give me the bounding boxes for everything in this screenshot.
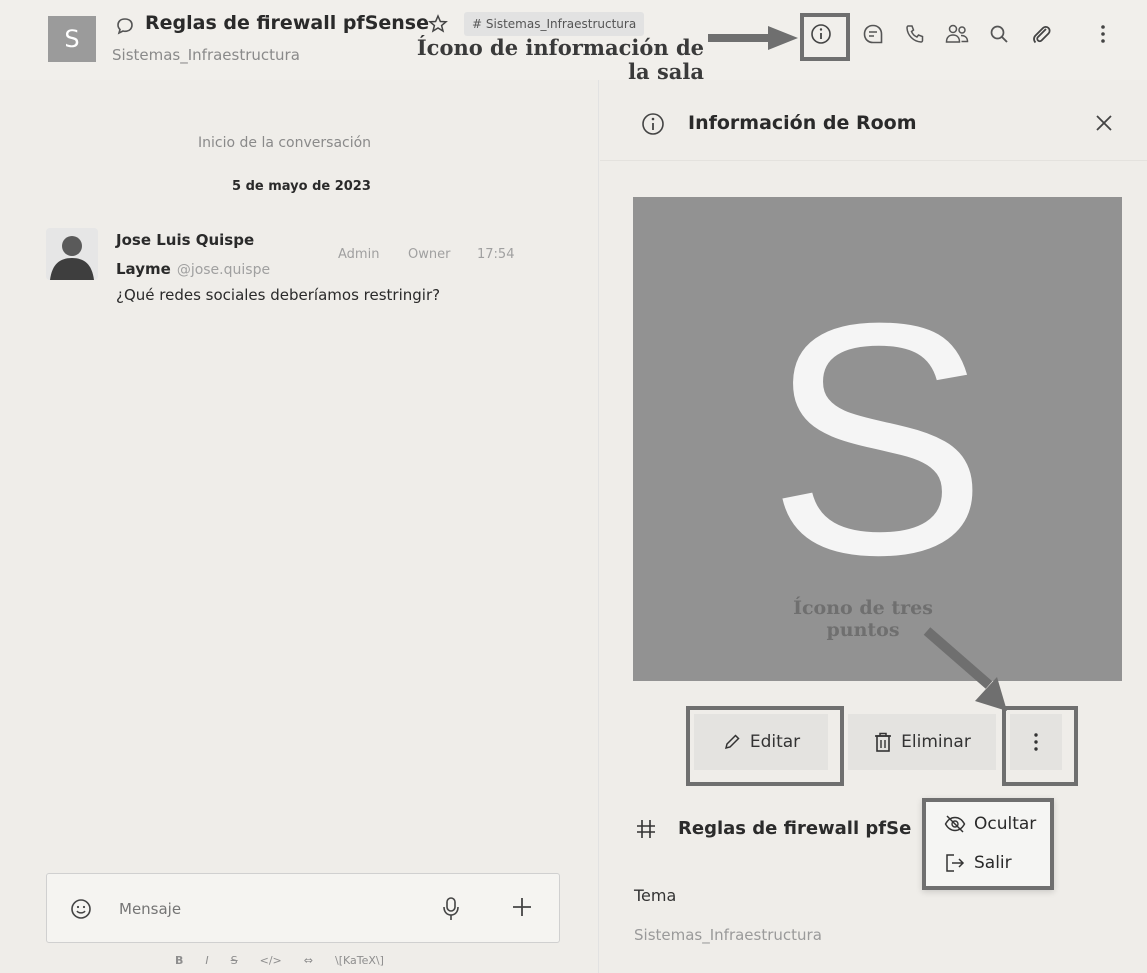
room-subtitle[interactable]: Sistemas_Infraestructura bbox=[112, 46, 300, 64]
format-link-button[interactable]: ⇔ bbox=[304, 954, 313, 967]
annotation-more-arrow-icon bbox=[923, 627, 1023, 717]
close-icon[interactable] bbox=[1093, 112, 1115, 134]
menu-item-leave[interactable]: Salir bbox=[944, 852, 1012, 874]
annotation-menu-highlight bbox=[922, 798, 1054, 890]
panel-divider bbox=[600, 160, 1147, 161]
more-options-button[interactable] bbox=[1010, 714, 1062, 770]
room-header: S Reglas de firewall pfSense # Sistemas_… bbox=[0, 0, 1147, 84]
menu-item-hide[interactable]: Ocultar bbox=[944, 814, 1036, 834]
favorite-star-icon[interactable] bbox=[428, 14, 448, 34]
panel-title: Información de Room bbox=[688, 112, 917, 134]
format-toolbar: B I S </> ⇔ \[KaTeX\] bbox=[175, 954, 384, 967]
message-time: 17:54 bbox=[477, 247, 515, 262]
team-tag[interactable]: # Sistemas_Infraestructura bbox=[464, 12, 645, 36]
annotation-arrow-icon bbox=[708, 26, 798, 50]
annotation-info-text: Ícono de información de la sala bbox=[416, 35, 704, 84]
microphone-icon[interactable] bbox=[441, 896, 461, 922]
message-input[interactable] bbox=[117, 896, 421, 922]
delete-button[interactable]: Eliminar bbox=[848, 714, 996, 770]
format-code-button[interactable]: </> bbox=[260, 954, 282, 967]
role-owner-badge: Owner bbox=[408, 247, 451, 262]
message-author[interactable]: Jose Luis Quispe bbox=[116, 231, 254, 249]
logout-icon bbox=[944, 852, 966, 874]
room-title: Reglas de firewall pfSense bbox=[145, 12, 429, 34]
plus-icon[interactable] bbox=[511, 896, 533, 918]
delete-button-label: Eliminar bbox=[901, 732, 971, 752]
message-author-surname[interactable]: Layme bbox=[116, 260, 171, 278]
room-name: Reglas de firewall pfSe bbox=[678, 818, 912, 839]
conversation-start-label: Inicio de la conversación bbox=[198, 135, 372, 151]
menu-item-hide-label: Ocultar bbox=[974, 814, 1037, 834]
chat-area: Inicio de la conversación 5 de mayo de 2… bbox=[0, 80, 598, 973]
eye-off-icon bbox=[944, 814, 966, 834]
message-composer bbox=[46, 873, 560, 943]
message-username[interactable]: @jose.quispe bbox=[177, 262, 270, 278]
search-icon[interactable] bbox=[985, 20, 1013, 48]
user-avatar[interactable] bbox=[46, 228, 98, 280]
hash-icon bbox=[634, 817, 658, 841]
room-avatar[interactable]: S bbox=[48, 16, 96, 62]
room-info-icon[interactable] bbox=[807, 20, 835, 48]
format-italic-button[interactable]: I bbox=[205, 954, 208, 967]
threads-icon[interactable] bbox=[859, 20, 887, 48]
pencil-icon bbox=[722, 732, 742, 752]
format-strike-button[interactable]: S bbox=[231, 954, 238, 967]
format-bold-button[interactable]: B bbox=[175, 954, 183, 967]
discussion-icon bbox=[115, 16, 135, 36]
kebab-icon bbox=[1033, 732, 1039, 752]
call-icon[interactable] bbox=[901, 20, 929, 48]
edit-button[interactable]: Editar bbox=[694, 714, 828, 770]
topic-value: Sistemas_Infraestructura bbox=[634, 926, 822, 944]
message-author-line2: Layme @jose.quispe bbox=[116, 260, 270, 278]
trash-icon bbox=[873, 731, 893, 753]
emoji-icon[interactable] bbox=[69, 897, 93, 921]
edit-button-label: Editar bbox=[749, 732, 801, 752]
kebab-menu-icon[interactable] bbox=[1089, 20, 1117, 48]
panel-info-icon bbox=[640, 111, 666, 137]
message-text: ¿Qué redes sociales deberíamos restringi… bbox=[116, 286, 441, 304]
date-divider: 5 de mayo de 2023 bbox=[232, 179, 371, 194]
annotation-more-text: Ícono de tres puntos bbox=[793, 597, 933, 641]
room-avatar-large: S Ícono de tres puntos bbox=[633, 197, 1122, 711]
menu-item-leave-label: Salir bbox=[974, 853, 1012, 873]
format-katex-button[interactable]: \[KaTeX\] bbox=[335, 954, 384, 967]
topic-label: Tema bbox=[634, 886, 677, 905]
members-icon[interactable] bbox=[943, 20, 971, 48]
attachment-icon[interactable] bbox=[1027, 20, 1055, 48]
role-admin-badge: Admin bbox=[338, 247, 380, 262]
